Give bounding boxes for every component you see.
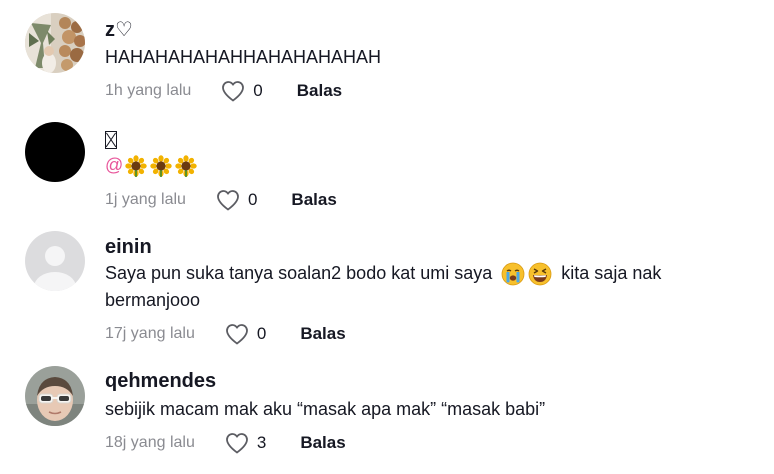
like-button[interactable]: 0 — [216, 189, 257, 211]
grinning-squinting-face-icon — [528, 262, 552, 286]
heart-outline-icon — [217, 190, 239, 211]
avatar-photo-icon — [25, 366, 85, 426]
comment-time: 18j yang lalu — [105, 434, 195, 451]
comment-meta: 17j yang lalu 0 Balas — [105, 322, 346, 346]
comment-text: @ — [105, 152, 197, 178]
comment-item: einin Saya pun suka tanya soalan2 bodo k… — [0, 220, 774, 355]
user-avatar[interactable] — [25, 13, 85, 73]
sunflower-icon — [175, 155, 197, 178]
heart-outline-icon — [225, 433, 248, 454]
reply-button[interactable]: Balas — [297, 81, 342, 101]
comment-time: 17j yang lalu — [105, 325, 195, 342]
like-button[interactable]: 0 — [221, 80, 263, 102]
comment-username[interactable]: einin — [105, 235, 152, 259]
missing-glyph-icon — [105, 130, 117, 149]
sunflower-icon — [125, 155, 147, 178]
comment-username[interactable]: qehmendes — [105, 369, 216, 393]
mention-symbol[interactable]: @ — [105, 155, 123, 175]
user-avatar[interactable] — [25, 231, 85, 291]
comment-item: @ 1j yang lalu 0 Balas — [0, 110, 774, 220]
user-avatar[interactable] — [25, 122, 85, 182]
comment-item: z♡ HAHAHAHAHAHHAHAHAHAHAH 1h yang lalu 0… — [0, 0, 774, 110]
comment-username[interactable] — [105, 127, 117, 151]
like-count: 0 — [247, 190, 258, 209]
heart-outline-icon — [222, 81, 245, 102]
comment-text: HAHAHAHAHAHHAHAHAHAHAH — [105, 47, 382, 67]
comment-meta: 18j yang lalu 3 Balas — [105, 431, 346, 455]
like-count: 0 — [253, 81, 263, 100]
like-button[interactable]: 0 — [225, 323, 266, 345]
loudly-crying-face-icon — [501, 262, 525, 286]
user-avatar[interactable] — [25, 366, 85, 426]
like-count: 3 — [256, 433, 267, 452]
comment-text-line2: bermanjooo — [105, 290, 201, 310]
avatar-black-icon — [25, 122, 85, 182]
reply-button[interactable]: Balas — [300, 433, 345, 453]
like-count: 0 — [256, 324, 267, 343]
sunflower-icon — [150, 155, 172, 178]
comment-text: Saya pun suka tanya soalan2 bodo kat umi… — [105, 260, 661, 286]
comment-time: 1j yang lalu — [105, 191, 186, 208]
comment-meta: 1j yang lalu 0 Balas — [105, 188, 337, 212]
comment-item: qehmendes sebijik macam mak aku “masak a… — [0, 355, 774, 474]
comment-time: 1h yang lalu — [105, 82, 192, 99]
like-button[interactable]: 3 — [225, 432, 266, 454]
heart-outline-icon — [225, 324, 248, 345]
comment-text-line1: Saya pun suka tanya soalan2 bodo kat umi… — [105, 263, 493, 283]
default-avatar-icon — [25, 231, 85, 291]
reply-button[interactable]: Balas — [291, 190, 336, 210]
avatar-photo-icon — [25, 13, 85, 73]
comment-username[interactable]: z♡ — [105, 18, 133, 42]
comment-text: sebijik macam mak aku “masak apa mak” “m… — [105, 399, 546, 419]
comment-text-line1-after: kita saja nak — [561, 263, 662, 283]
comment-meta: 1h yang lalu 0 Balas — [105, 79, 342, 103]
reply-button[interactable]: Balas — [300, 324, 345, 344]
